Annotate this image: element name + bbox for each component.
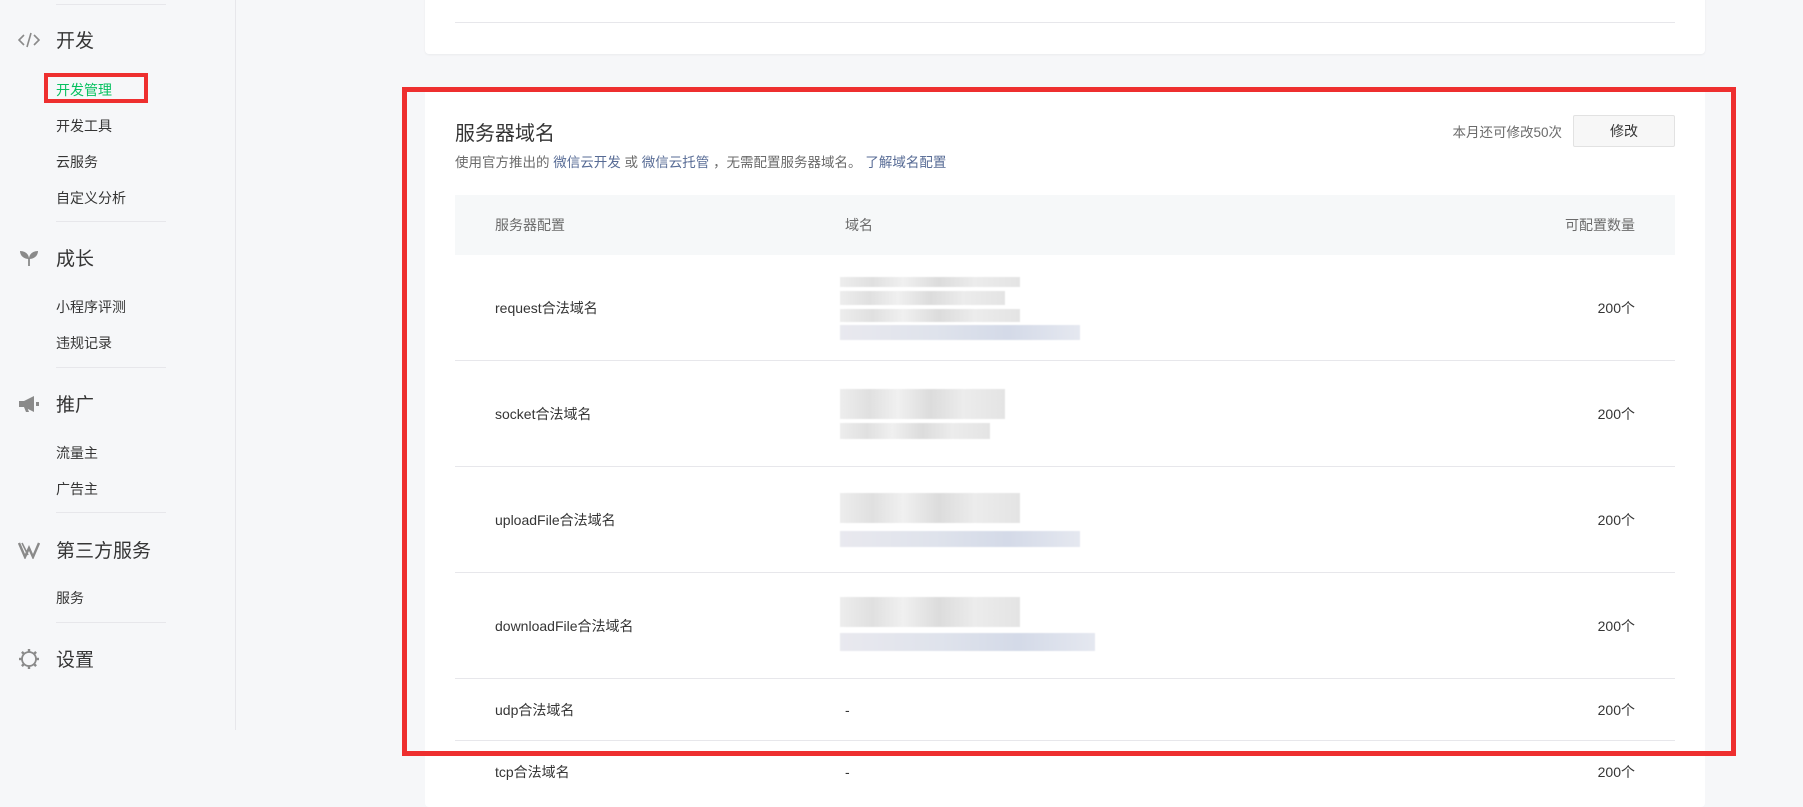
sidebar-item-traffic-owner[interactable]: 流量主 — [56, 443, 98, 463]
header-server-config: 服务器配置 — [495, 217, 565, 233]
sidebar-group-third-party[interactable]: 第三方服务 — [18, 536, 151, 563]
row-domain: - — [845, 764, 850, 780]
sidebar-group-settings[interactable]: 设置 — [18, 645, 94, 672]
sidebar-divider — [56, 221, 166, 222]
desc-text: 或 — [624, 155, 639, 170]
row-count: 200个 — [1597, 511, 1635, 528]
row-name: downloadFile合法域名 — [495, 617, 634, 634]
sidebar-group-label: 第三方服务 — [56, 541, 152, 562]
sidebar-item-violations[interactable]: 违规记录 — [56, 333, 112, 353]
sidebar-divider — [56, 622, 166, 623]
row-name: uploadFile合法域名 — [495, 511, 616, 528]
sidebar-group-growth[interactable]: 成长 — [18, 244, 94, 271]
row-count: 200个 — [1597, 701, 1635, 718]
row-name: tcp合法域名 — [495, 764, 570, 780]
row-count: 200个 — [1597, 764, 1635, 780]
sidebar-item-services[interactable]: 服务 — [56, 588, 84, 608]
table-row: tcp合法域名 - 200个 — [455, 741, 1675, 803]
modify-button[interactable]: 修改 — [1573, 115, 1675, 147]
row-name: socket合法域名 — [495, 405, 592, 422]
gear-icon — [18, 648, 40, 670]
sidebar-item-evaluation[interactable]: 小程序评测 — [56, 297, 126, 317]
sidebar-group-label: 推广 — [56, 395, 95, 416]
table-row: udp合法域名 - 200个 — [455, 679, 1675, 741]
desc-text: 使用官方推出的 — [455, 155, 550, 170]
sidebar-item-advertiser[interactable]: 广告主 — [56, 479, 98, 499]
sidebar-group-dev[interactable]: 开发 — [18, 26, 94, 53]
section-description: 使用官方推出的 微信云开发 或 微信云托管 ，无需配置服务器域名。 了解域名配置 — [455, 151, 946, 171]
sidebar-item-dev-tools[interactable]: 开发工具 — [56, 116, 112, 136]
sidebar-divider — [56, 4, 166, 5]
megaphone-icon — [18, 393, 40, 415]
row-name: udp合法域名 — [495, 701, 575, 718]
sidebar-item-cloud-service[interactable]: 云服务 — [56, 152, 98, 172]
sprout-icon — [18, 247, 40, 269]
row-count: 200个 — [1597, 405, 1635, 422]
row-domain: - — [845, 701, 850, 718]
table-row: uploadFile合法域名 200个 — [455, 467, 1675, 573]
desc-text: ，无需配置服务器域名。 — [713, 155, 862, 170]
third-party-icon — [18, 539, 40, 561]
table-row: downloadFile合法域名 200个 — [455, 573, 1675, 679]
code-icon — [18, 29, 40, 51]
sidebar-group-promotion[interactable]: 推广 — [18, 390, 94, 417]
table-row: request合法域名 200个 — [455, 255, 1675, 361]
sidebar-item-custom-analysis[interactable]: 自定义分析 — [56, 188, 126, 208]
divider — [455, 22, 1675, 23]
section-title: 服务器域名 — [455, 123, 555, 145]
server-domain-panel: 服务器域名 使用官方推出的 微信云开发 或 微信云托管 ，无需配置服务器域名。 … — [425, 87, 1705, 807]
sidebar-group-label: 设置 — [56, 650, 95, 671]
row-name: request合法域名 — [495, 299, 598, 316]
row-count: 200个 — [1597, 299, 1635, 316]
sidebar-item-dev-management[interactable]: 开发管理 — [56, 80, 112, 100]
cloud-host-link[interactable]: 微信云托管 — [642, 155, 710, 170]
modification-quota-text: 本月还可修改50次 — [1452, 125, 1562, 140]
table-row: socket合法域名 200个 — [455, 361, 1675, 467]
table-header: 服务器配置 域名 可配置数量 — [455, 195, 1675, 255]
header-count: 可配置数量 — [1565, 217, 1635, 233]
sidebar-divider — [56, 512, 166, 513]
domain-table: 服务器配置 域名 可配置数量 request合法域名 200个 socket合法… — [455, 195, 1675, 803]
sidebar-group-label: 开发 — [56, 31, 95, 52]
header-domain: 域名 — [845, 217, 873, 233]
previous-section-panel — [425, 0, 1705, 54]
sidebar-divider — [56, 367, 166, 368]
row-count: 200个 — [1597, 617, 1635, 634]
sidebar: 开发 开发管理 开发工具 云服务 自定义分析 成长 小程序评测 违规记录 推广 … — [0, 0, 236, 730]
cloud-dev-link[interactable]: 微信云开发 — [553, 155, 621, 170]
learn-domain-config-link[interactable]: 了解域名配置 — [865, 155, 946, 170]
sidebar-group-label: 成长 — [56, 249, 95, 270]
